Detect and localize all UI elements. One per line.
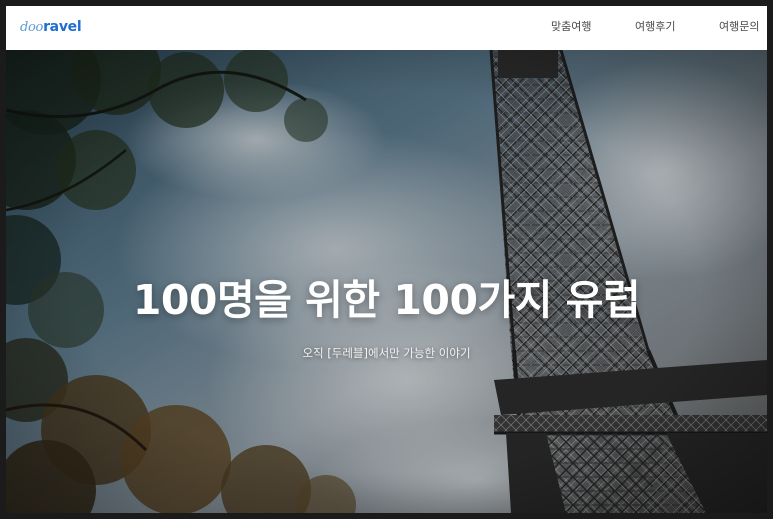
site-logo[interactable]: dooravel: [20, 17, 82, 38]
hero-title: 100명을 위한 100가지 유럽: [132, 276, 641, 324]
nav-link-custom-travel[interactable]: 맞춤여행: [551, 19, 591, 35]
nav-link-travel-reviews[interactable]: 여행후기: [635, 19, 675, 35]
nav-link-travel-inquiry[interactable]: 여행문의: [719, 19, 759, 35]
hero-subtitle: 오직 [두레블]에서만 가능한 이야기: [302, 346, 471, 360]
logo-part-a: doo: [20, 20, 44, 35]
top-navigation-bar: dooravel 맞춤여행 여행후기 여행문의: [6, 6, 767, 50]
hero-section: 100명을 위한 100가지 유럽 오직 [두레블]에서만 가능한 이야기: [6, 50, 767, 513]
logo-part-b: ravel: [43, 19, 82, 35]
browser-viewport: dooravel 맞춤여행 여행후기 여행문의 100명을 위한 100가지 유…: [6, 6, 767, 513]
